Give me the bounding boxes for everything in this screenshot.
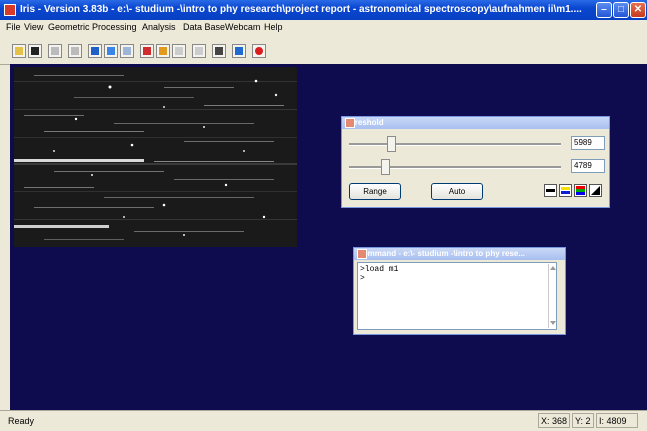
status-intensity: I: 4809 (599, 416, 627, 426)
threshold-low-thumb[interactable] (381, 159, 390, 175)
menu-bar: File View Geometric Processing Analysis … (0, 20, 647, 36)
camera-icon[interactable] (212, 44, 226, 58)
menu-database[interactable]: Data Base (183, 22, 225, 32)
threshold-high-value[interactable]: 5989 (571, 136, 605, 150)
rgb-palette-icon[interactable] (574, 184, 587, 197)
command-line-2: > (360, 274, 365, 283)
compare-icon[interactable] (68, 44, 82, 58)
threshold-high-thumb[interactable] (387, 136, 396, 152)
menu-webcam[interactable]: Webcam (225, 22, 260, 32)
command-line-1: >load m1 (360, 265, 399, 274)
star-trail-image (14, 67, 297, 247)
command-title: Command - e:\- studium -\intro to phy re… (357, 249, 526, 258)
palette-icon[interactable] (156, 44, 170, 58)
grid-icon[interactable] (88, 44, 102, 58)
spectrum-icon[interactable] (140, 44, 154, 58)
menu-file[interactable]: File (6, 22, 21, 32)
gradient-palette-icon[interactable] (589, 184, 602, 197)
record-icon[interactable] (252, 44, 266, 58)
range-button[interactable]: Range (349, 183, 401, 200)
command-close-icon[interactable] (357, 249, 367, 259)
close-button[interactable]: ✕ (630, 2, 646, 18)
maximize-button[interactable]: □ (613, 2, 629, 18)
title-bar[interactable]: Iris - Version 3.83b - e:\- studium -\in… (0, 0, 647, 20)
window-title: Iris - Version 3.83b - e:\- studium -\in… (20, 4, 582, 15)
threshold-high-track[interactable] (349, 143, 561, 146)
threshold-low-value[interactable]: 4789 (571, 159, 605, 173)
crosshair-icon[interactable] (104, 44, 118, 58)
threshold-title-bar[interactable]: Threshold (342, 117, 609, 129)
save-icon[interactable] (28, 44, 42, 58)
spectroscopy-image[interactable] (14, 67, 297, 247)
black-palette-icon[interactable] (544, 184, 557, 197)
list-icon[interactable] (192, 44, 206, 58)
status-y: Y: 2 (575, 416, 591, 426)
auto-button[interactable]: Auto (431, 183, 483, 200)
status-text: Ready (8, 416, 35, 426)
undo-icon[interactable] (48, 44, 62, 58)
star-icon[interactable] (232, 44, 246, 58)
iris-app-icon (4, 4, 16, 16)
command-title-bar[interactable]: Command - e:\- studium -\intro to phy re… (354, 248, 565, 260)
stack-icon[interactable] (120, 44, 134, 58)
menu-analysis[interactable]: Analysis (142, 22, 176, 32)
command-input[interactable]: >load m1 > (357, 262, 557, 330)
pause-icon[interactable] (172, 44, 186, 58)
minimize-button[interactable]: – (596, 2, 612, 18)
threshold-close-icon[interactable] (345, 118, 355, 128)
command-scrollbar[interactable] (548, 264, 557, 328)
status-bar: Ready X: 368 Y: 2 I: 4809 (0, 410, 647, 431)
menu-geometric[interactable]: Geometric (48, 22, 90, 32)
open-icon[interactable] (12, 44, 26, 58)
blue-palette-icon[interactable] (559, 184, 572, 197)
status-x: X: 368 (541, 416, 568, 426)
menu-view[interactable]: View (24, 22, 43, 32)
menu-help[interactable]: Help (264, 22, 283, 32)
menu-processing[interactable]: Processing (92, 22, 137, 32)
